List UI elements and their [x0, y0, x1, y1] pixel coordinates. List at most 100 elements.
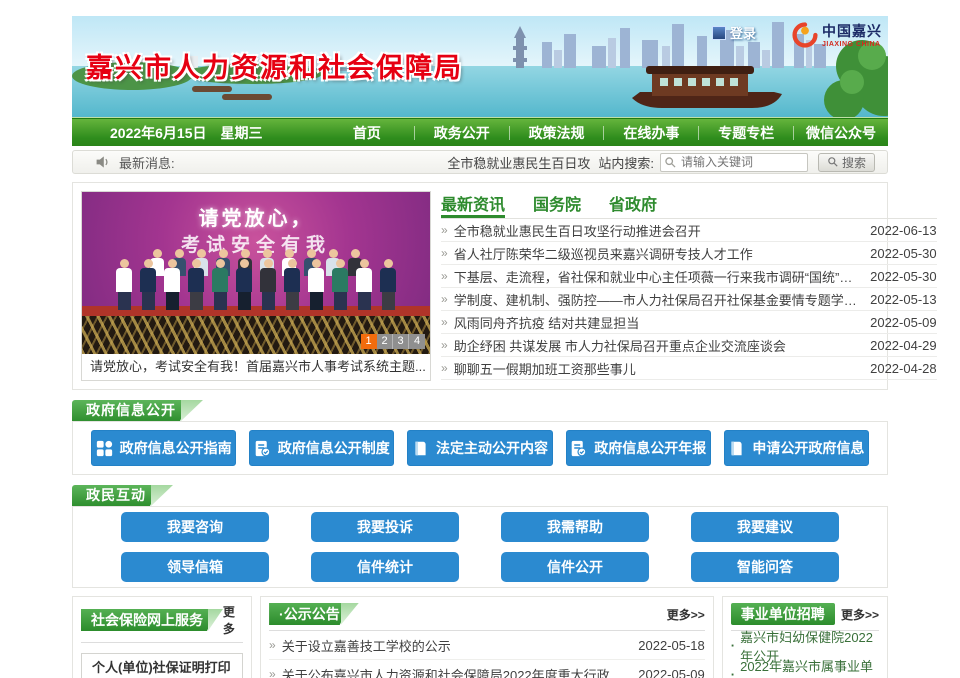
announcement-link[interactable]: 关于公布嘉兴市人力资源和社会保障局2022年度重大行政决策事...: [282, 665, 627, 678]
person-figure: [212, 259, 228, 310]
double-chevron-icon: »: [441, 315, 448, 329]
social-service-more-link[interactable]: 更多: [223, 603, 243, 637]
doc-check-icon: [254, 440, 271, 457]
announcement-date: 2022-05-09: [638, 667, 705, 678]
info-btn-statutory-content[interactable]: 法定主动公开内容: [407, 430, 552, 466]
interaction-btn-letter-disclosure[interactable]: 信件公开: [501, 552, 649, 582]
info-btn-request-disclosure[interactable]: 申请公开政府信息: [724, 430, 869, 466]
news-link[interactable]: 全市稳就业惠民生百日攻坚行动推进会召开: [454, 221, 858, 240]
pager-page-3[interactable]: 3: [393, 334, 409, 349]
person-figure: [332, 259, 348, 310]
news-row: » 学制度、建机制、强防控——市人力社保局召开社保基金要情专题学习会 2022-05…: [441, 288, 937, 311]
interaction-btn-smart-qa[interactable]: 智能问答: [691, 552, 839, 582]
bottom-row: 社会保险网上服务大厅 更多 个人(单位)社保证明打印 办事指南 ·公示公告 更多…: [72, 596, 888, 678]
tab-latest-news[interactable]: 最新资讯: [441, 191, 505, 218]
pager-page-4[interactable]: 4: [409, 334, 425, 349]
interaction-btn-suggest[interactable]: 我要建议: [691, 512, 839, 542]
search-button-icon: [827, 156, 839, 168]
announcements-more-link[interactable]: 更多>>: [667, 606, 705, 623]
site-title: 嘉兴市人力资源和社会保障局: [86, 46, 463, 85]
news-link[interactable]: 省人社厅陈荣华二级巡视员来嘉兴调研专技人才工作: [454, 244, 858, 263]
section-tab-tail: [151, 485, 173, 506]
ticker-scrolling-link[interactable]: 全市稳就业惠民生百日攻: [447, 153, 590, 172]
svc-item-cert-print[interactable]: 个人(单位)社保证明打印: [81, 653, 243, 678]
section-title: 政民互动: [72, 485, 160, 506]
news-link[interactable]: 助企纾困 共谋发展 市人力社保局召开重点企业交流座谈会: [454, 336, 858, 355]
logo-mark-icon: [792, 22, 818, 48]
info-btn-label: 政府信息公开年报: [594, 438, 706, 458]
info-btn-annual-report[interactable]: 政府信息公开年报: [566, 430, 711, 466]
interaction-btn-complain[interactable]: 我要投诉: [311, 512, 459, 542]
news-link[interactable]: 风雨同舟齐抗疫 结对共建显担当: [454, 313, 858, 332]
recruitment-tab: 事业单位招聘: [731, 603, 835, 625]
news-row: » 聊聊五一假期加班工资那些事儿 2022-04-28: [441, 357, 937, 380]
person-figure: [308, 259, 324, 310]
nav-item-home[interactable]: 首页: [320, 119, 414, 147]
search-icon: [664, 156, 677, 169]
social-service-tab: 社会保险网上服务大厅: [81, 609, 223, 631]
nav-item-special-columns[interactable]: 专题专栏: [699, 119, 793, 147]
interaction-btn-letter-stats[interactable]: 信件统计: [311, 552, 459, 582]
info-btn-rules[interactable]: 政府信息公开制度: [249, 430, 394, 466]
info-btn-guide[interactable]: 政府信息公开指南: [91, 430, 236, 466]
person-figure: [284, 259, 300, 310]
logo-title: 中国嘉兴: [822, 21, 882, 41]
double-chevron-icon: »: [269, 667, 276, 678]
book-icon: [412, 440, 429, 457]
pager-page-2[interactable]: 2: [377, 334, 393, 349]
recruitment-panel: 事业单位招聘 更多>> ·嘉兴市妇幼保健院2022年公开... ·2022年嘉兴…: [722, 596, 888, 678]
interaction-box: 我要咨询 我要投诉 我需帮助 我要建议 领导信箱 信件统计 信件公开 智能问答: [72, 506, 888, 588]
carousel[interactable]: 请党放心， 考试安全有我: [81, 191, 431, 381]
interaction-btn-leader-mailbox[interactable]: 领导信箱: [121, 552, 269, 582]
nav-date: 2022年6月15日 星期三: [72, 123, 320, 143]
speaker-icon: [95, 154, 111, 170]
nav-item-gov-affairs[interactable]: 政务公开: [415, 119, 509, 147]
news-date: 2022-04-29: [870, 338, 937, 353]
info-disclosure-box: 政府信息公开指南 政府信息公开制度 法定主动公开内容: [72, 421, 888, 475]
bullet-icon: ·: [731, 667, 735, 678]
nav-item-policies[interactable]: 政策法规: [510, 119, 604, 147]
weekday-text: 星期三: [221, 123, 263, 143]
search-box: [660, 153, 808, 172]
info-btn-label: 法定主动公开内容: [436, 438, 548, 458]
login-button[interactable]: 登录: [712, 23, 756, 42]
search-input[interactable]: [660, 153, 808, 172]
person-figure: [164, 259, 180, 310]
tab-provincial-gov[interactable]: 省政府: [609, 191, 657, 218]
news-link[interactable]: 聊聊五一假期加班工资那些事儿: [454, 359, 858, 378]
announcements-tab: ·公示公告: [269, 603, 359, 625]
recruitment-more-link[interactable]: 更多>>: [841, 606, 879, 623]
pager-page-1[interactable]: 1: [361, 334, 377, 349]
announcement-link[interactable]: 关于设立嘉善技工学校的公示: [282, 636, 627, 655]
site-search-label: 站内搜索:: [598, 153, 654, 172]
person-figure: [236, 259, 252, 310]
double-chevron-icon: »: [441, 269, 448, 283]
search-button[interactable]: 搜索: [818, 153, 875, 172]
nav-item-wechat[interactable]: 微信公众号: [794, 119, 888, 147]
double-chevron-icon: »: [441, 361, 448, 375]
person-figure: [356, 259, 372, 310]
news-date: 2022-05-13: [870, 292, 937, 307]
section-header-interaction: 政民互动: [72, 485, 888, 506]
double-chevron-icon: »: [441, 292, 448, 306]
person-figure: [140, 259, 156, 310]
interaction-btn-need-help[interactable]: 我需帮助: [501, 512, 649, 542]
section-header-info-disclosure: 政府信息公开: [72, 400, 888, 421]
people-front-row: [82, 259, 430, 310]
page-container: 嘉兴市人力资源和社会保障局 登录 中国嘉兴 JIAXING CHINA 2022…: [72, 16, 888, 678]
announcements-panel: ·公示公告 更多>> »关于设立嘉善技工学校的公示2022-05-18 »关于公…: [260, 596, 714, 678]
announcement-row: »关于设立嘉善技工学校的公示2022-05-18: [269, 631, 705, 660]
news-link[interactable]: 学制度、建机制、强防控——市人力社保局召开社保基金要情专题学习会: [454, 290, 858, 309]
social-service-title: 社会保险网上服务大厅: [81, 609, 217, 631]
news-link[interactable]: 下基层、走流程，省社保和就业中心主任项薇一行来我市调研“国统”上线情况: [454, 267, 858, 286]
interaction-btn-consult[interactable]: 我要咨询: [121, 512, 269, 542]
carousel-caption-link[interactable]: 请党放心，考试安全有我！首届嘉兴市人事考试系统主题...: [82, 354, 430, 380]
recruitment-title: 事业单位招聘: [731, 603, 835, 625]
date-text: 2022年6月15日: [110, 123, 207, 143]
nav-item-online-services[interactable]: 在线办事: [604, 119, 698, 147]
announcements-list: »关于设立嘉善技工学校的公示2022-05-18 »关于公布嘉兴市人力资源和社会…: [269, 631, 705, 678]
recruitment-link[interactable]: 2022年嘉兴市属事业单位公开...: [740, 656, 879, 678]
tab-state-council[interactable]: 国务院: [533, 191, 581, 218]
announcement-date: 2022-05-18: [638, 638, 705, 653]
news-date: 2022-04-28: [870, 361, 937, 376]
